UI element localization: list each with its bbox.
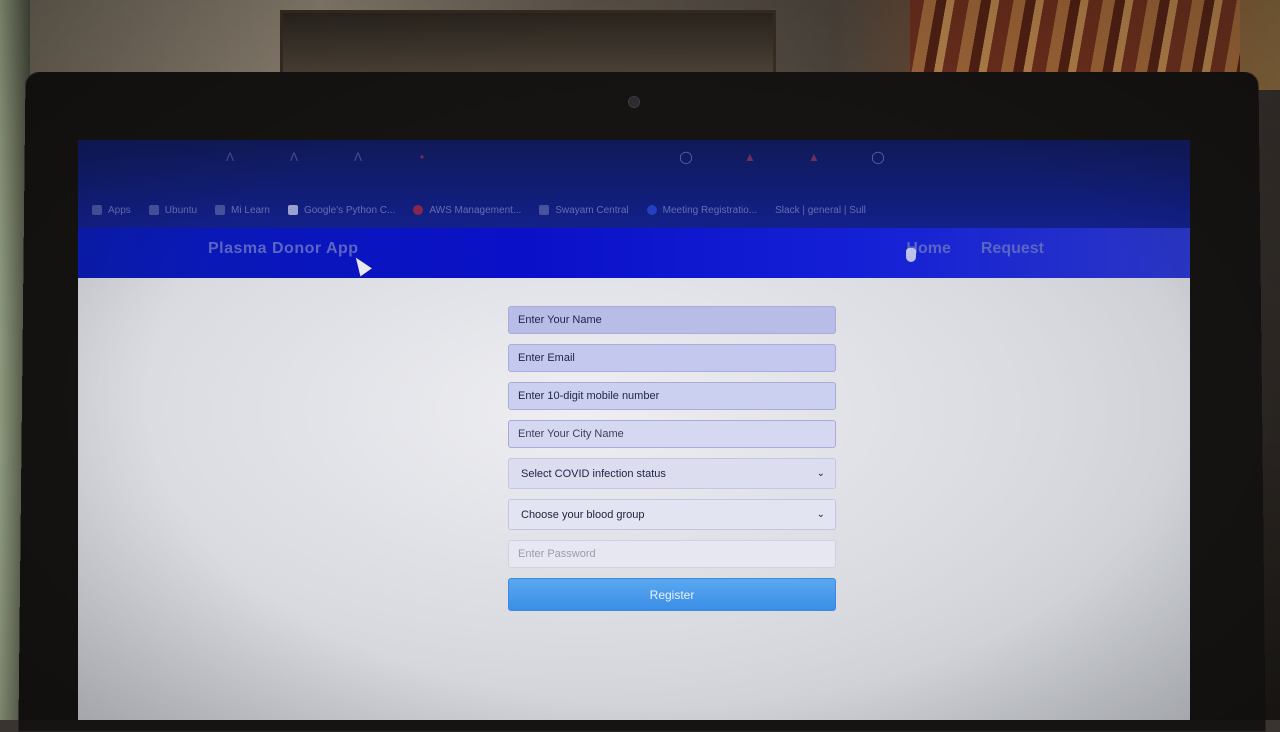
room-shelf bbox=[280, 10, 776, 78]
form-area: Enter Your Name Enter Email Enter 10-dig… bbox=[78, 278, 1190, 720]
registration-form: Enter Your Name Enter Email Enter 10-dig… bbox=[508, 306, 836, 611]
hand-cursor-icon bbox=[906, 248, 916, 262]
nav-request[interactable]: Request bbox=[981, 240, 1044, 258]
bookmark-label: Apps bbox=[108, 204, 131, 216]
bookmark-meeting[interactable]: Meeting Registratio... bbox=[646, 204, 758, 216]
mi-learn-icon bbox=[215, 205, 226, 215]
browser-tabstrip: Λ Λ Λ • ◯ ▲ ▲ ◯ bbox=[78, 140, 1190, 174]
tab-red-icon[interactable]: • bbox=[390, 144, 454, 170]
bookmarks-bar: Apps Ubuntu Mi Learn Google's Python C..… bbox=[78, 198, 1190, 222]
app-navbar: Plasma Donor App Home Request bbox=[78, 228, 1190, 278]
tab-a-icon[interactable]: Λ bbox=[198, 144, 262, 170]
covid-status-value: Select COVID infection status bbox=[521, 467, 666, 480]
bookmark-slack[interactable]: Slack | general | Sull bbox=[775, 205, 866, 216]
chevron-down-icon: ⌄ bbox=[816, 468, 825, 479]
bookmark-label: Slack | general | Sull bbox=[775, 204, 866, 216]
chevron-down-icon: ⌄ bbox=[816, 509, 825, 520]
tab-spacer bbox=[454, 144, 654, 170]
bookmark-swayam[interactable]: Swayam Central bbox=[539, 204, 629, 216]
aws-icon bbox=[413, 205, 424, 215]
bookmark-label: Swayam Central bbox=[555, 204, 629, 216]
laptop-screen: Λ Λ Λ • ◯ ▲ ▲ ◯ Apps Ubuntu Mi Learn Goo… bbox=[78, 140, 1190, 720]
blood-group-select[interactable]: Choose your blood group ⌄ bbox=[508, 499, 836, 530]
bookmark-aws[interactable]: AWS Management... bbox=[413, 205, 521, 216]
ubuntu-icon bbox=[148, 205, 159, 215]
register-button[interactable]: Register bbox=[508, 578, 836, 611]
password-input[interactable]: Enter Password bbox=[508, 540, 836, 568]
covid-status-select[interactable]: Select COVID infection status ⌄ bbox=[508, 458, 836, 489]
zoom-icon bbox=[646, 205, 657, 215]
bookmark-label: Mi Learn bbox=[231, 204, 270, 216]
bookmark-label: Google's Python C... bbox=[303, 204, 396, 216]
bookmark-label: Meeting Registratio... bbox=[662, 204, 758, 216]
address-bar[interactable] bbox=[138, 174, 1168, 194]
bookmark-mi-learn[interactable]: Mi Learn bbox=[215, 205, 270, 216]
mobile-input[interactable]: Enter 10-digit mobile number bbox=[508, 382, 836, 410]
bookmark-apps[interactable]: Apps bbox=[92, 205, 131, 216]
email-input[interactable]: Enter Email bbox=[508, 344, 836, 372]
blood-group-value: Choose your blood group bbox=[521, 508, 645, 521]
city-input[interactable]: Enter Your City Name bbox=[508, 420, 836, 448]
nav-links: Home Request bbox=[906, 240, 1044, 258]
tab-red-icon[interactable]: ▲ bbox=[718, 144, 782, 170]
tab-a-icon[interactable]: Λ bbox=[326, 144, 390, 170]
bookmark-label: Ubuntu bbox=[164, 204, 198, 216]
tab-github-icon[interactable]: ◯ bbox=[846, 144, 910, 170]
webcam-icon bbox=[628, 96, 640, 108]
google-icon bbox=[287, 205, 298, 215]
name-input[interactable]: Enter Your Name bbox=[508, 306, 836, 334]
tab-github-icon[interactable]: ◯ bbox=[654, 144, 718, 170]
browser-chrome: Λ Λ Λ • ◯ ▲ ▲ ◯ Apps Ubuntu Mi Learn Goo… bbox=[78, 140, 1190, 228]
bookmark-google-python[interactable]: Google's Python C... bbox=[287, 204, 396, 216]
bookmark-label: AWS Management... bbox=[429, 204, 522, 216]
brand-title[interactable]: Plasma Donor App bbox=[208, 240, 359, 258]
tab-a-icon[interactable]: Λ bbox=[262, 144, 326, 170]
swayam-icon bbox=[539, 205, 550, 215]
bookmark-ubuntu[interactable]: Ubuntu bbox=[148, 204, 198, 216]
tab-spacer bbox=[78, 144, 198, 170]
tab-red-icon[interactable]: ▲ bbox=[782, 144, 846, 170]
apps-icon bbox=[92, 205, 102, 215]
